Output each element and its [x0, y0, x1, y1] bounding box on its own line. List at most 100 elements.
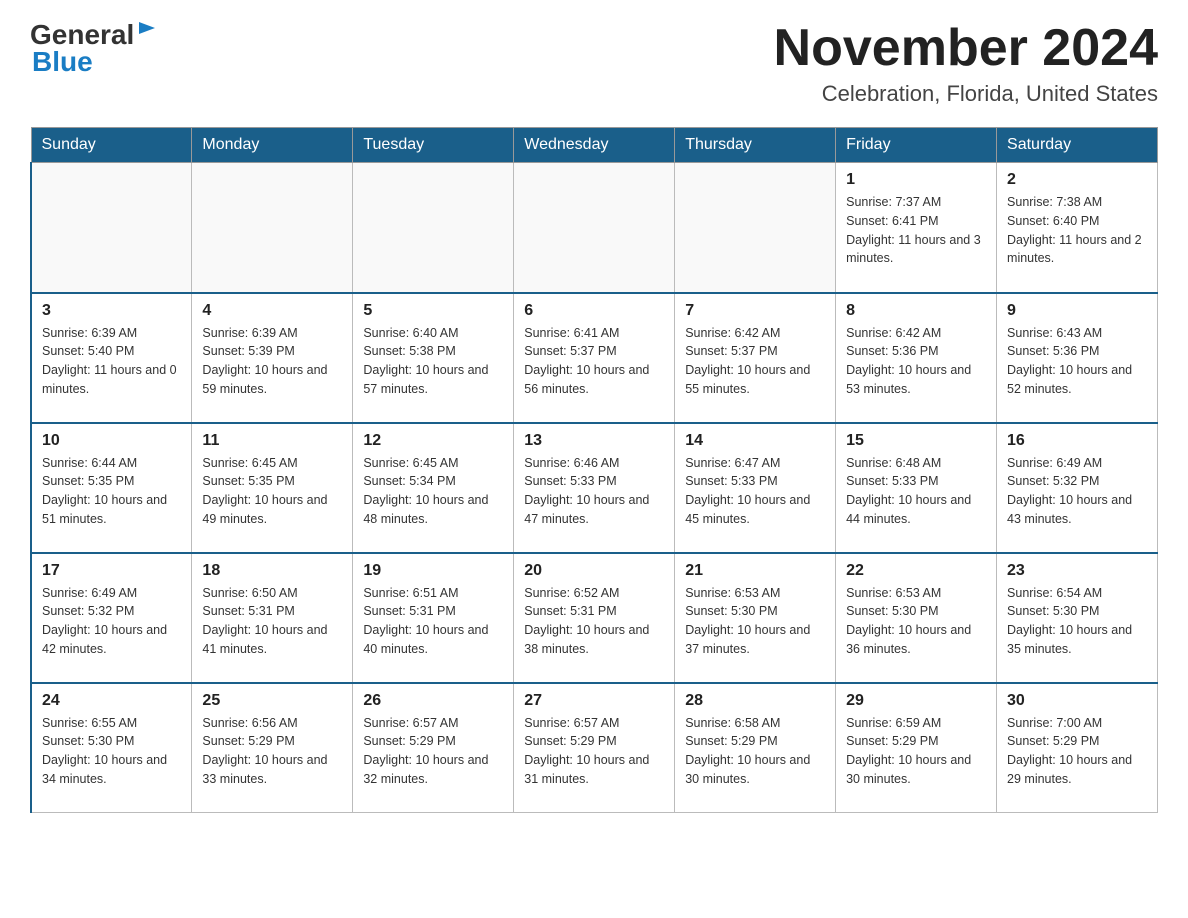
day-number: 27 — [524, 692, 664, 710]
day-info: Sunrise: 6:41 AMSunset: 5:37 PMDaylight:… — [524, 326, 649, 396]
day-number: 7 — [685, 302, 825, 320]
calendar-cell: 26Sunrise: 6:57 AMSunset: 5:29 PMDayligh… — [353, 683, 514, 813]
day-info: Sunrise: 6:45 AMSunset: 5:34 PMDaylight:… — [363, 456, 488, 526]
day-number: 23 — [1007, 562, 1147, 580]
day-number: 15 — [846, 432, 986, 450]
day-header-monday: Monday — [192, 128, 353, 163]
day-info: Sunrise: 6:39 AMSunset: 5:39 PMDaylight:… — [202, 326, 327, 396]
calendar-cell: 28 Sunrise: 6:58 AMSunset: 5:29 PMDayligh… — [675, 683, 836, 813]
day-info: Sunrise: 6:45 AMSunset: 5:35 PMDaylight:… — [202, 456, 327, 526]
day-number: 6 — [524, 302, 664, 320]
calendar-cell: 10Sunrise: 6:44 AMSunset: 5:35 PMDayligh… — [31, 423, 192, 553]
calendar-week-row: 10Sunrise: 6:44 AMSunset: 5:35 PMDayligh… — [31, 423, 1158, 553]
day-info: Sunrise: 7:38 AMSunset: 6:40 PMDaylight:… — [1007, 195, 1142, 265]
day-number: 24 — [42, 692, 181, 710]
calendar-week-row: 1 Sunrise: 7:37 AMSunset: 6:41 PMDaylight… — [31, 163, 1158, 293]
day-info: Sunrise: 6:57 AMSunset: 5:29 PMDaylight:… — [363, 716, 488, 786]
day-info: Sunrise: 6:48 AMSunset: 5:33 PMDaylight:… — [846, 456, 971, 526]
day-header-saturday: Saturday — [997, 128, 1158, 163]
day-info: Sunrise: 6:42 AMSunset: 5:36 PMDaylight:… — [846, 326, 971, 396]
calendar-table: SundayMondayTuesdayWednesdayThursdayFrid… — [30, 127, 1158, 813]
calendar-cell — [353, 163, 514, 293]
calendar-cell: 27 Sunrise: 6:57 AMSunset: 5:29 PMDayligh… — [514, 683, 675, 813]
day-info: Sunrise: 6:51 AMSunset: 5:31 PMDaylight:… — [363, 586, 488, 656]
calendar-cell — [514, 163, 675, 293]
day-number: 22 — [846, 562, 986, 580]
day-info: Sunrise: 6:46 AMSunset: 5:33 PMDaylight:… — [524, 456, 649, 526]
day-number: 2 — [1007, 171, 1147, 189]
day-number: 20 — [524, 562, 664, 580]
calendar-subtitle: Celebration, Florida, United States — [774, 81, 1158, 107]
calendar-cell: 2 Sunrise: 7:38 AMSunset: 6:40 PMDaylight… — [997, 163, 1158, 293]
day-info: Sunrise: 6:42 AMSunset: 5:37 PMDaylight:… — [685, 326, 810, 396]
day-info: Sunrise: 6:53 AMSunset: 5:30 PMDaylight:… — [846, 586, 971, 656]
calendar-header-row: SundayMondayTuesdayWednesdayThursdayFrid… — [31, 128, 1158, 163]
logo: General Blue — [30, 20, 159, 78]
calendar-cell — [31, 163, 192, 293]
logo-blue: Blue — [32, 46, 93, 77]
day-info: Sunrise: 6:56 AMSunset: 5:29 PMDaylight:… — [202, 716, 327, 786]
day-number: 14 — [685, 432, 825, 450]
calendar-cell: 25 Sunrise: 6:56 AMSunset: 5:29 PMDayligh… — [192, 683, 353, 813]
calendar-cell: 9 Sunrise: 6:43 AMSunset: 5:36 PMDaylight… — [997, 293, 1158, 423]
calendar-cell: 8Sunrise: 6:42 AMSunset: 5:36 PMDaylight… — [836, 293, 997, 423]
day-number: 18 — [202, 562, 342, 580]
day-info: Sunrise: 6:50 AMSunset: 5:31 PMDaylight:… — [202, 586, 327, 656]
day-info: Sunrise: 6:58 AMSunset: 5:29 PMDaylight:… — [685, 716, 810, 786]
day-info: Sunrise: 6:44 AMSunset: 5:35 PMDaylight:… — [42, 456, 167, 526]
page-header: General Blue November 2024 Celebration, … — [30, 20, 1158, 107]
day-info: Sunrise: 6:59 AMSunset: 5:29 PMDaylight:… — [846, 716, 971, 786]
calendar-cell: 20 Sunrise: 6:52 AMSunset: 5:31 PMDayligh… — [514, 553, 675, 683]
calendar-cell: 11 Sunrise: 6:45 AMSunset: 5:35 PMDayligh… — [192, 423, 353, 553]
calendar-cell: 23 Sunrise: 6:54 AMSunset: 5:30 PMDayligh… — [997, 553, 1158, 683]
day-info: Sunrise: 6:49 AMSunset: 5:32 PMDaylight:… — [42, 586, 167, 656]
day-number: 25 — [202, 692, 342, 710]
calendar-cell: 29 Sunrise: 6:59 AMSunset: 5:29 PMDayligh… — [836, 683, 997, 813]
day-number: 21 — [685, 562, 825, 580]
calendar-cell: 18 Sunrise: 6:50 AMSunset: 5:31 PMDayligh… — [192, 553, 353, 683]
day-number: 12 — [363, 432, 503, 450]
day-info: Sunrise: 6:43 AMSunset: 5:36 PMDaylight:… — [1007, 326, 1132, 396]
day-info: Sunrise: 6:47 AMSunset: 5:33 PMDaylight:… — [685, 456, 810, 526]
calendar-title: November 2024 — [774, 20, 1158, 77]
day-info: Sunrise: 6:40 AMSunset: 5:38 PMDaylight:… — [363, 326, 488, 396]
day-number: 30 — [1007, 692, 1147, 710]
day-info: Sunrise: 6:52 AMSunset: 5:31 PMDaylight:… — [524, 586, 649, 656]
day-number: 1 — [846, 171, 986, 189]
day-number: 13 — [524, 432, 664, 450]
day-info: Sunrise: 6:54 AMSunset: 5:30 PMDaylight:… — [1007, 586, 1132, 656]
day-number: 3 — [42, 302, 181, 320]
day-number: 11 — [202, 432, 342, 450]
calendar-cell: 15 Sunrise: 6:48 AMSunset: 5:33 PMDayligh… — [836, 423, 997, 553]
calendar-cell: 6 Sunrise: 6:41 AMSunset: 5:37 PMDaylight… — [514, 293, 675, 423]
day-number: 9 — [1007, 302, 1147, 320]
calendar-cell: 13 Sunrise: 6:46 AMSunset: 5:33 PMDayligh… — [514, 423, 675, 553]
calendar-week-row: 3Sunrise: 6:39 AMSunset: 5:40 PMDaylight… — [31, 293, 1158, 423]
day-info: Sunrise: 6:53 AMSunset: 5:30 PMDaylight:… — [685, 586, 810, 656]
day-number: 29 — [846, 692, 986, 710]
calendar-cell: 19 Sunrise: 6:51 AMSunset: 5:31 PMDayligh… — [353, 553, 514, 683]
calendar-cell: 30 Sunrise: 7:00 AMSunset: 5:29 PMDayligh… — [997, 683, 1158, 813]
calendar-cell: 12 Sunrise: 6:45 AMSunset: 5:34 PMDayligh… — [353, 423, 514, 553]
day-number: 16 — [1007, 432, 1147, 450]
day-number: 19 — [363, 562, 503, 580]
day-info: Sunrise: 6:57 AMSunset: 5:29 PMDaylight:… — [524, 716, 649, 786]
calendar-cell: 14 Sunrise: 6:47 AMSunset: 5:33 PMDayligh… — [675, 423, 836, 553]
calendar-cell: 3Sunrise: 6:39 AMSunset: 5:40 PMDaylight… — [31, 293, 192, 423]
calendar-cell: 22 Sunrise: 6:53 AMSunset: 5:30 PMDayligh… — [836, 553, 997, 683]
title-block: November 2024 Celebration, Florida, Unit… — [774, 20, 1158, 107]
day-header-sunday: Sunday — [31, 128, 192, 163]
calendar-cell: 21 Sunrise: 6:53 AMSunset: 5:30 PMDayligh… — [675, 553, 836, 683]
calendar-cell — [192, 163, 353, 293]
day-info: Sunrise: 6:49 AMSunset: 5:32 PMDaylight:… — [1007, 456, 1132, 526]
calendar-week-row: 17 Sunrise: 6:49 AMSunset: 5:32 PMDayligh… — [31, 553, 1158, 683]
day-number: 17 — [42, 562, 181, 580]
calendar-cell: 16 Sunrise: 6:49 AMSunset: 5:32 PMDayligh… — [997, 423, 1158, 553]
day-header-friday: Friday — [836, 128, 997, 163]
day-number: 28 — [685, 692, 825, 710]
day-header-wednesday: Wednesday — [514, 128, 675, 163]
day-info: Sunrise: 7:37 AMSunset: 6:41 PMDaylight:… — [846, 195, 981, 265]
day-info: Sunrise: 7:00 AMSunset: 5:29 PMDaylight:… — [1007, 716, 1132, 786]
calendar-week-row: 24Sunrise: 6:55 AMSunset: 5:30 PMDayligh… — [31, 683, 1158, 813]
day-number: 4 — [202, 302, 342, 320]
